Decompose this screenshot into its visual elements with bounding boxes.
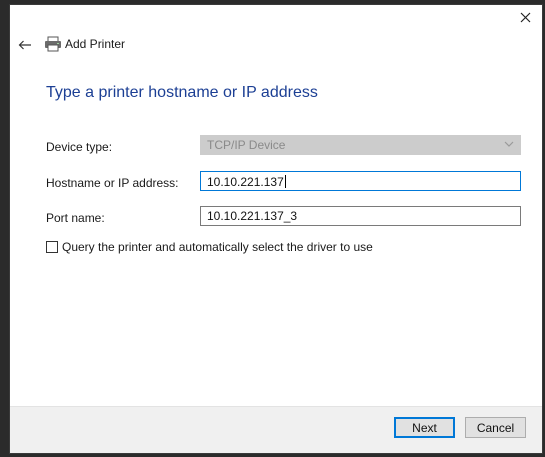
query-printer-label[interactable]: Query the printer and automatically sele… (62, 240, 373, 254)
close-icon (520, 12, 530, 22)
hostname-label: Hostname or IP address: (46, 176, 179, 190)
printer-icon (45, 36, 61, 52)
next-button[interactable]: Next (394, 417, 455, 438)
query-printer-checkbox[interactable] (46, 241, 58, 253)
port-name-label: Port name: (46, 211, 105, 225)
close-button[interactable] (508, 5, 542, 29)
hostname-input[interactable]: 10.10.221.137 (200, 171, 521, 191)
device-type-select: TCP/IP Device (200, 135, 521, 155)
cancel-button[interactable]: Cancel (465, 417, 526, 438)
page-heading: Type a printer hostname or IP address (46, 84, 318, 101)
back-button[interactable] (14, 35, 36, 55)
add-printer-window: Add Printer Type a printer hostname or I… (10, 5, 542, 453)
hostname-value: 10.10.221.137 (207, 175, 284, 189)
dialog-footer: Next Cancel (10, 406, 542, 453)
back-arrow-icon (18, 40, 31, 50)
device-type-label: Device type: (46, 140, 113, 154)
device-type-value: TCP/IP Device (207, 138, 286, 152)
text-caret (284, 175, 286, 188)
chevron-down-icon (504, 141, 514, 147)
port-name-input[interactable]: 10.10.221.137_3 (200, 206, 521, 226)
port-name-value: 10.10.221.137_3 (207, 209, 298, 223)
window-title: Add Printer (65, 37, 126, 51)
